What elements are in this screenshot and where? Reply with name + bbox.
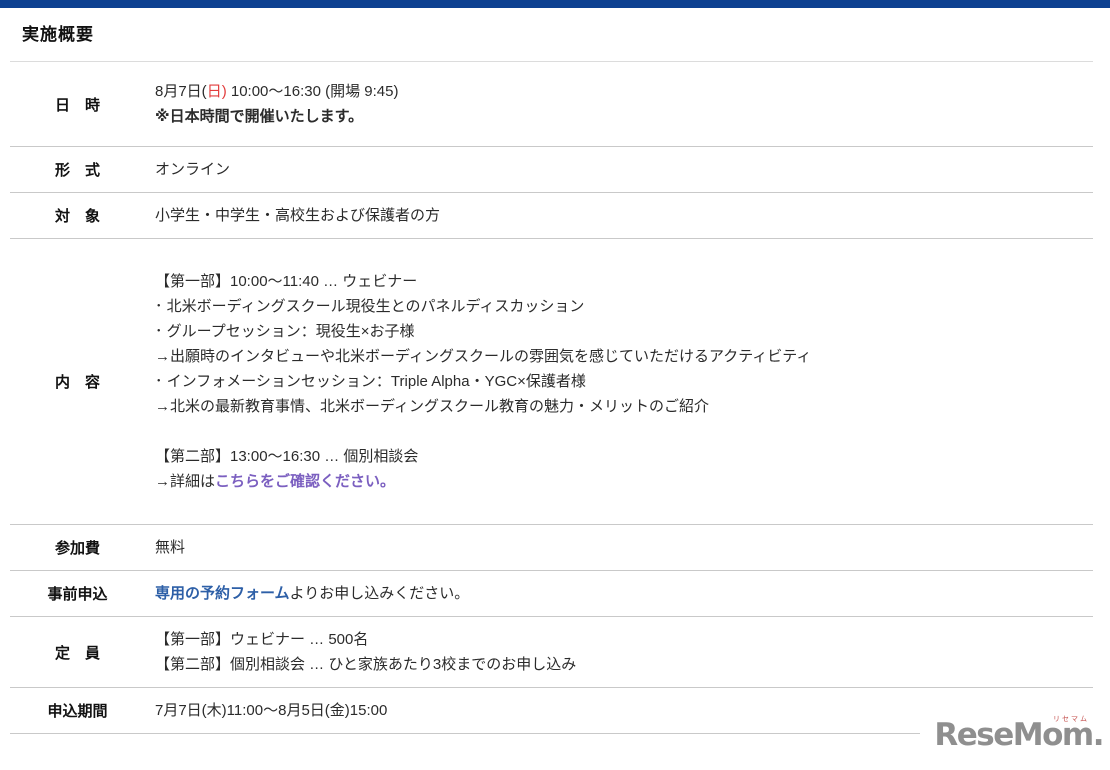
- table-row-datetime: 日 時 8月7日(日) 10:00〜16:30 (開場 9:45) ※日本時間で…: [10, 62, 1093, 147]
- table-row-format: 形 式 オンライン: [10, 147, 1093, 193]
- part1-item: →出願時のインタビューや北米ボーディングスクールの雰囲気を感じていただけるアクテ…: [155, 348, 812, 365]
- row-label-audience: 対 象: [54, 208, 100, 225]
- datetime-line: 8月7日(日) 10:00〜16:30 (開場 9:45): [155, 79, 1081, 104]
- table-row-content: 内 容 【第一部】10:00〜11:40 … ウェビナー ･ 北米ボーディングス…: [10, 239, 1093, 525]
- row-label-period: 申込期間: [47, 703, 108, 720]
- table-row-audience: 対 象 小学生・中学生・高校生および保護者の方: [10, 193, 1093, 239]
- row-value-application: 専用の予約フォームよりお申し込みください。: [145, 571, 1093, 616]
- top-accent-bar: [0, 0, 1110, 8]
- capacity-line-1: 【第一部】ウェビナー … 500名: [155, 631, 369, 648]
- part1-heading: 【第一部】10:00〜11:40 … ウェビナー: [155, 273, 418, 290]
- detail-line: →詳細はこちらをご確認ください。: [155, 469, 1081, 494]
- date-text: 8月7日(: [155, 83, 207, 100]
- resemom-logo-ruby: リセマム: [1053, 716, 1089, 723]
- part1-item: ･ 北米ボーディングスクール現役生とのパネルディスカッション: [155, 298, 585, 315]
- resemom-logo: リセマム ReseMom.: [920, 710, 1105, 755]
- reservation-form-link[interactable]: 専用の予約フォーム: [155, 585, 290, 602]
- part2-heading: 【第二部】13:00〜16:30 … 個別相談会: [155, 448, 419, 465]
- date-time-text: 10:00〜16:30 (開場 9:45): [226, 83, 399, 100]
- row-label-fee: 参加費: [54, 540, 100, 557]
- row-label-datetime: 日 時: [54, 96, 100, 114]
- part1-item: ･ インフォメーションセッション：Triple Alpha・YGC×保護者様: [155, 373, 586, 390]
- page-title: 実施概要: [22, 25, 94, 44]
- part1-item: ･ グループセッション：現役生×お子様: [155, 323, 415, 340]
- row-label-content: 内 容: [54, 374, 100, 391]
- overview-table: 日 時 8月7日(日) 10:00〜16:30 (開場 9:45) ※日本時間で…: [10, 61, 1093, 734]
- detail-link[interactable]: こちらをご確認ください。: [215, 473, 395, 490]
- row-value-fee: 無料: [155, 539, 186, 556]
- table-row-fee: 参加費 無料: [10, 525, 1093, 571]
- row-value-audience: 小学生・中学生・高校生および保護者の方: [155, 207, 441, 224]
- row-label-capacity: 定 員: [54, 644, 100, 662]
- part1-item: →北米の最新教育事情、北米ボーディングスクール教育の魅力・メリットのご紹介: [155, 398, 709, 415]
- detail-prefix: →詳細は: [155, 473, 216, 490]
- date-weekday-red: 日): [206, 83, 227, 100]
- row-value-content: 【第一部】10:00〜11:40 … ウェビナー ･ 北米ボーディングスクール現…: [145, 239, 1093, 524]
- table-row-capacity: 定 員 【第一部】ウェビナー … 500名 【第二部】個別相談会 … ひと家族あ…: [10, 617, 1093, 688]
- resemom-logo-period: .: [1092, 717, 1105, 753]
- application-suffix: よりお申し込みください。: [289, 585, 470, 602]
- timezone-note: ※日本時間で開催いたします。: [155, 108, 364, 125]
- row-label-format: 形 式: [54, 162, 100, 179]
- row-label-application: 事前申込: [47, 586, 108, 603]
- row-value-format: オンライン: [155, 161, 231, 178]
- capacity-line-2: 【第二部】個別相談会 … ひと家族あたり3校までのお申し込み: [155, 656, 577, 673]
- table-row-application: 事前申込 専用の予約フォームよりお申し込みください。: [10, 571, 1093, 617]
- row-value-capacity: 【第一部】ウェビナー … 500名 【第二部】個別相談会 … ひと家族あたり3校…: [145, 617, 1093, 687]
- row-value-datetime: 8月7日(日) 10:00〜16:30 (開場 9:45) ※日本時間で開催いた…: [145, 62, 1093, 146]
